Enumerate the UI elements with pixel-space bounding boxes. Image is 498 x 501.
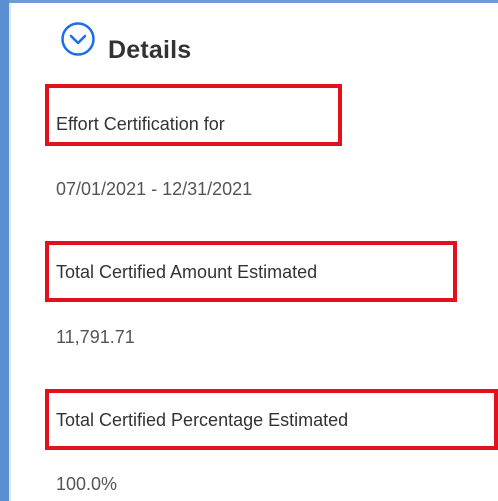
field-label-certified-amount: Total Certified Amount Estimated [56,262,318,282]
panel-left-border [0,0,9,501]
field-value-percentage: 100.0% [56,474,118,494]
field-value-amount: 11,791.71 [56,327,135,347]
section-title: Details [108,35,192,64]
panel-border-shadow [9,0,11,501]
chevron-down-circle-icon[interactable] [60,21,96,57]
details-section-header[interactable]: Details [60,21,192,70]
panel-top-border [9,0,498,3]
field-label-certified-percentage: Total Certified Percentage Estimated [56,410,349,430]
field-label-effort-certification: Effort Certification for [56,114,225,134]
field-value-period: 07/01/2021 - 12/31/2021 [56,179,253,199]
